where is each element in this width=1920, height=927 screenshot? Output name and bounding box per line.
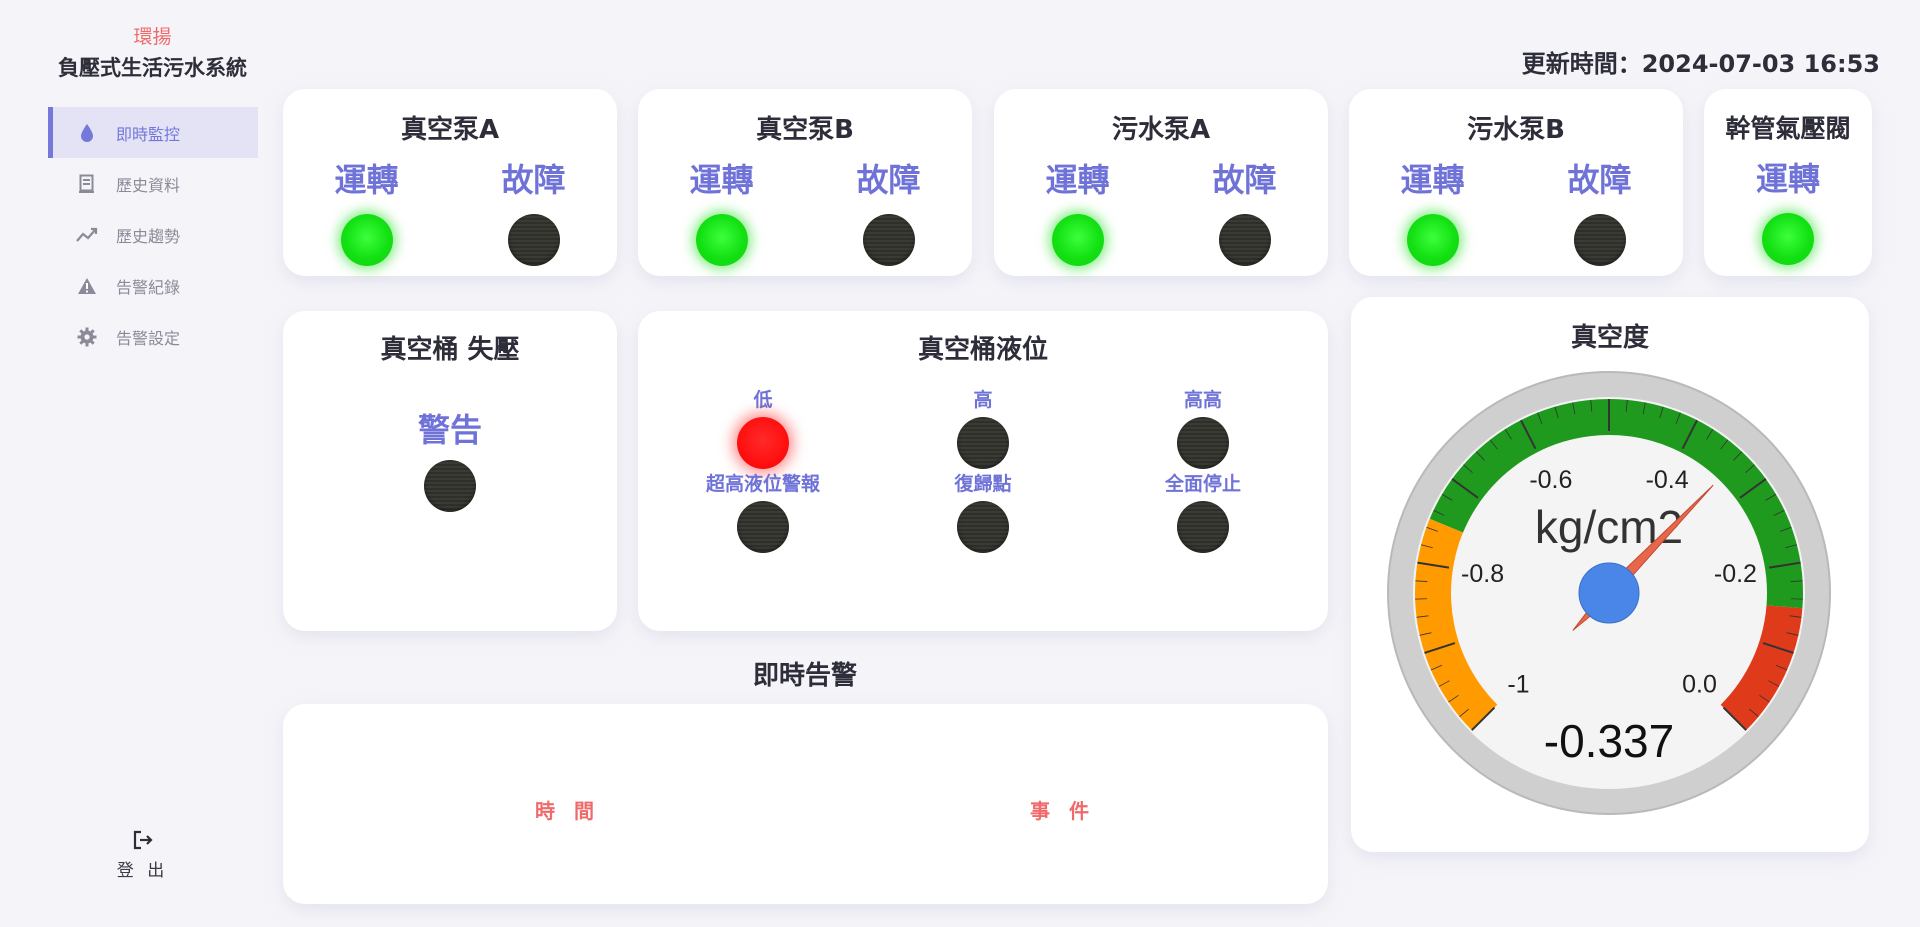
run-label: 運轉	[334, 161, 399, 199]
level-overflow-alarm-indicator	[737, 501, 789, 553]
logout-icon	[132, 830, 154, 854]
run-indicator	[1051, 214, 1104, 266]
brand-company: 環揚	[133, 26, 172, 48]
level-reset-point-label: 復歸點	[954, 473, 1012, 495]
gauge-tick-label: -0.4	[1646, 466, 1689, 494]
gauge-tick-label: -0.6	[1529, 466, 1572, 494]
fault-indicator	[1573, 214, 1626, 266]
level-reset-point-indicator	[957, 501, 1009, 553]
gauge-tick-label: -0.8	[1461, 560, 1504, 588]
update-time-value: 2024-07-03 16:53	[1641, 50, 1880, 78]
alarm-table	[283, 704, 1328, 904]
update-time-label: 更新時間：	[1521, 50, 1642, 78]
vacuum-gauge-card: 真空度 -1 -0.8 -0.6 -0.4 -0.2 0.0 kg/cm2 -0.337	[1351, 297, 1869, 852]
pump-card-vacuum-b: 真空泵B 運轉 故障	[638, 89, 972, 276]
pump-card-sewage-a: 污水泵A 運轉 故障	[994, 89, 1328, 276]
gauge-hub	[1578, 562, 1640, 624]
sidebar-item-label: 即時監控	[116, 124, 181, 144]
gear-icon	[76, 326, 98, 348]
pump-title: 污水泵B	[1467, 115, 1565, 145]
pump-card-sewage-b: 污水泵B 運轉 故障	[1349, 89, 1683, 276]
pump-card-vacuum-a: 真空泵A 運轉 故障	[283, 89, 617, 276]
level-full-stop-indicator	[1177, 501, 1229, 553]
tank-level-card: 真空桶液位 低 高 高高 超高液位警報 復歸點 全面停止	[638, 311, 1328, 631]
gauge-tick-label: -0.2	[1714, 560, 1757, 588]
logout-button[interactable]: 登 出	[0, 830, 285, 881]
droplet-icon	[76, 122, 98, 144]
fault-label: 故障	[1567, 161, 1632, 199]
run-indicator	[1406, 214, 1459, 266]
gauge-value: -0.337	[1544, 715, 1674, 767]
brand-system-name: 負壓式生活污水系統	[58, 56, 247, 80]
tank-level-title: 真空桶液位	[917, 335, 1048, 365]
run-label: 運轉	[1400, 161, 1465, 199]
level-reset-point: 復歸點	[873, 473, 1093, 553]
run-label: 運轉	[1045, 161, 1110, 199]
pump-title: 真空泵B	[756, 115, 854, 145]
document-icon	[76, 173, 98, 195]
level-overflow-alarm: 超高液位警報	[653, 473, 873, 553]
trend-chart-icon	[76, 224, 98, 246]
level-full-stop: 全面停止	[1093, 473, 1313, 553]
level-high-high: 高高	[1093, 389, 1313, 469]
level-full-stop-label: 全面停止	[1164, 473, 1241, 495]
level-high-high-indicator	[1177, 417, 1229, 469]
level-low: 低	[653, 389, 873, 469]
sidebar-item-label: 歷史資料	[116, 175, 181, 195]
sidebar-item-history-data[interactable]: 歷史資料	[48, 158, 258, 209]
fault-label: 故障	[501, 161, 566, 199]
alarm-section-title: 即時告警	[752, 661, 857, 691]
tank-pressure-title: 真空桶 失壓	[380, 335, 520, 365]
run-indicator	[695, 214, 748, 266]
fault-indicator	[1218, 214, 1271, 266]
fault-indicator	[862, 214, 915, 266]
warning-indicator	[424, 460, 476, 512]
level-high: 高	[873, 389, 1093, 469]
level-low-indicator	[737, 417, 789, 469]
sidebar-item-label: 歷史趨勢	[116, 226, 181, 246]
level-overflow-alarm-label: 超高液位警報	[705, 473, 820, 495]
valve-title: 幹管氣壓閥	[1725, 114, 1851, 143]
sidebar-item-alarm-settings[interactable]: 告警設定	[48, 311, 258, 362]
update-time: 更新時間：2024-07-03 16:53	[1522, 44, 1880, 79]
vacuum-gauge: -1 -0.8 -0.6 -0.4 -0.2 0.0 kg/cm2 -0.337	[1387, 371, 1831, 815]
sidebar-nav: 即時監控 歷史資料 歷史趨勢 告警紀錄 告警設定	[48, 107, 258, 362]
run-label: 運轉	[689, 161, 754, 199]
valve-card: 幹管氣壓閥 運轉	[1704, 89, 1872, 276]
warning-label: 警告	[417, 411, 482, 449]
sidebar-item-alarm-log[interactable]: 告警紀錄	[48, 260, 258, 311]
logout-label: 登 出	[116, 861, 169, 881]
gauge-tick-label: -1	[1507, 671, 1529, 699]
pump-title: 污水泵A	[1111, 115, 1211, 145]
pump-title: 真空泵A	[400, 115, 500, 145]
fault-indicator	[507, 214, 560, 266]
level-low-label: 低	[753, 389, 773, 411]
sidebar-item-history-trend[interactable]: 歷史趨勢	[48, 209, 258, 260]
gauge-tick-label: 0.0	[1682, 671, 1717, 699]
warning-triangle-icon	[76, 275, 98, 297]
level-high-high-label: 高高	[1183, 389, 1222, 411]
fault-label: 故障	[856, 161, 921, 199]
tank-pressure-card: 真空桶 失壓 警告	[283, 311, 617, 631]
sidebar-item-label: 告警紀錄	[116, 277, 181, 297]
gauge-unit: kg/cm2	[1535, 501, 1683, 553]
run-indicator	[1762, 213, 1814, 265]
alarm-column-time: 時 間	[535, 799, 600, 823]
sidebar-item-label: 告警設定	[116, 328, 181, 348]
level-high-label: 高	[973, 389, 993, 411]
run-indicator	[340, 214, 393, 266]
level-high-indicator	[957, 417, 1009, 469]
alarm-column-event: 事 件	[1030, 799, 1095, 823]
run-label: 運轉	[1755, 160, 1820, 198]
fault-label: 故障	[1212, 161, 1277, 199]
sidebar-item-realtime-monitor[interactable]: 即時監控	[48, 107, 258, 158]
